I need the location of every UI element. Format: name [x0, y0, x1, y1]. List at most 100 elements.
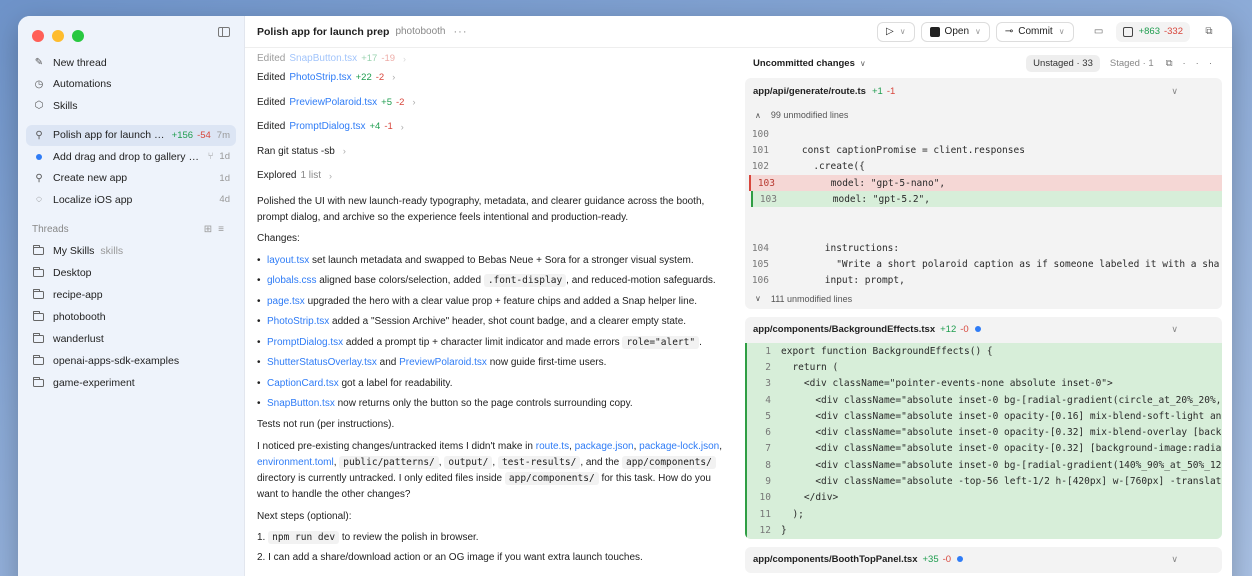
sidebar-nav: ✎ New thread ◷ Automations ⬡ Skills: [26, 52, 236, 117]
inline-code: npm run dev: [268, 531, 340, 544]
chevron-down-icon[interactable]: ∨: [860, 59, 866, 68]
edit-file-link[interactable]: PreviewPolaroid.tsx: [289, 97, 377, 108]
recent-thread-item[interactable]: ◌ Localize iOS app 4d: [26, 189, 236, 211]
terminal-icon[interactable]: ▭: [1088, 22, 1110, 42]
chevron-down-icon[interactable]: ∨: [1171, 554, 1178, 565]
sidebar-toggle-icon[interactable]: [218, 27, 230, 37]
file-link[interactable]: globals.css: [267, 275, 316, 286]
chevron-down-icon: ∨: [1058, 27, 1065, 36]
close-window-button[interactable]: [32, 30, 44, 42]
expand-unmodified-lines[interactable]: ∧ 99 unmodified lines: [745, 104, 1222, 126]
run-button[interactable]: ▷ ∨: [876, 21, 915, 42]
threads-label: Threads: [32, 224, 69, 235]
spinner-icon: ◌: [36, 194, 42, 206]
play-icon: ▷: [885, 26, 894, 37]
edit-verb: Edited: [257, 53, 286, 64]
list-item: PromptDialog.tsx added a prompt tip + ch…: [257, 335, 733, 350]
folder-name: recipe-app: [53, 289, 103, 302]
recent-thread-title: Create new app: [53, 172, 128, 185]
file-link[interactable]: package.json: [575, 441, 634, 452]
nav-new-thread[interactable]: ✎ New thread: [26, 52, 236, 74]
edit-file-link[interactable]: PhotoStrip.tsx: [289, 72, 351, 83]
nav-skills[interactable]: ⬡ Skills: [26, 95, 236, 117]
recent-thread-item[interactable]: ⚲ Polish app for launch prep +156 -54 7m: [26, 124, 236, 146]
folder-item[interactable]: recipe-app: [26, 284, 236, 306]
file-link[interactable]: PreviewPolaroid.tsx: [399, 357, 487, 368]
list-item: page.tsx upgraded the hero with a clear …: [257, 294, 733, 309]
file-link[interactable]: PromptDialog.tsx: [267, 337, 343, 348]
code-line: 102 .create({: [751, 161, 865, 173]
zoom-window-button[interactable]: [72, 30, 84, 42]
app-window: ✎ New thread ◷ Automations ⬡ Skills ⚲ Po…: [18, 16, 1232, 576]
diff-file-header[interactable]: app/components/BoothTopPanel.tsx +35 -0 …: [745, 547, 1222, 573]
file-link[interactable]: PhotoStrip.tsx: [267, 316, 329, 327]
unstaged-tab[interactable]: Unstaged · 33: [1026, 54, 1100, 72]
file-link[interactable]: package-lock.json: [639, 441, 719, 452]
more-options-icon[interactable]: ···: [1183, 58, 1223, 69]
inline-code: app/components/: [622, 455, 716, 469]
folder-item[interactable]: openai-apps-sdk-examples: [26, 350, 236, 372]
file-link[interactable]: route.ts: [536, 441, 569, 452]
main-area: Polish app for launch prep photobooth ··…: [245, 16, 1232, 576]
code-line-added: 12}: [759, 524, 787, 536]
staged-tab[interactable]: Staged · 1: [1110, 58, 1154, 69]
file-link[interactable]: ShutterStatusOverlay.tsx: [267, 357, 377, 368]
app-icon: [929, 26, 940, 37]
diff-file-path: app/api/generate/route.ts: [753, 85, 866, 97]
command-row[interactable]: Ran git status -sb ›: [257, 139, 733, 164]
folder-item[interactable]: Desktop: [26, 262, 236, 284]
diff-file-additions: +12: [940, 324, 957, 336]
diff-file-header[interactable]: app/api/generate/route.ts +1 -1 ∨: [745, 78, 1222, 104]
recent-thread-item[interactable]: ⚲ Create new app 1d: [26, 168, 236, 190]
file-link[interactable]: CaptionCard.tsx: [267, 378, 339, 389]
copy-icon[interactable]: ⧉: [1198, 22, 1220, 42]
pin-icon: ⚲: [35, 129, 43, 141]
diff-file-header[interactable]: app/components/BackgroundEffects.tsx +12…: [745, 317, 1222, 343]
sidebar: ✎ New thread ◷ Automations ⬡ Skills ⚲ Po…: [18, 16, 245, 576]
folder-icon: [33, 376, 44, 387]
edit-file-link[interactable]: PromptDialog.tsx: [289, 121, 365, 132]
edit-row[interactable]: Edited PreviewPolaroid.tsx +5 -2 ›: [257, 90, 733, 115]
recent-thread-title: Polish app for launch prep: [53, 129, 166, 142]
commit-button[interactable]: ⊸ Commit ∨: [995, 21, 1074, 42]
folder-item[interactable]: My Skills skills: [26, 241, 236, 263]
file-link[interactable]: layout.tsx: [267, 255, 309, 266]
file-link[interactable]: SnapButton.tsx: [267, 398, 335, 409]
explored-row[interactable]: Explored 1 list ›: [257, 164, 733, 189]
recent-thread-item[interactable]: Add drag and drop to gallery phot... ⑂ 1…: [26, 146, 236, 168]
diff-stat-toggle[interactable]: +863 -332: [1115, 21, 1190, 42]
open-button[interactable]: Open ∨: [920, 21, 990, 42]
diff-deletions: -332: [1163, 26, 1183, 37]
list-item: ShutterStatusOverlay.tsx and PreviewPola…: [257, 355, 733, 370]
edit-row[interactable]: Edited PhotoStrip.tsx +22 -2 ›: [257, 64, 733, 90]
folder-icon: [33, 354, 44, 365]
file-link[interactable]: page.tsx: [267, 296, 305, 307]
file-link[interactable]: environment.toml: [257, 457, 334, 468]
edit-additions: +17: [361, 53, 378, 64]
copy-icon[interactable]: ⧉: [1166, 58, 1183, 69]
folder-item[interactable]: photobooth: [26, 306, 236, 328]
code-line-added: 3 <div className="pointer-events-none ab…: [765, 378, 1113, 390]
edit-row[interactable]: Edited SnapButton.tsx +17 -19 ›: [257, 52, 733, 64]
filter-icon[interactable]: ≡: [218, 224, 230, 235]
edit-file-link[interactable]: SnapButton.tsx: [289, 53, 357, 64]
new-folder-icon[interactable]: ⊞: [204, 224, 218, 235]
recent-thread-time: 7m: [216, 129, 230, 141]
chevron-down-icon[interactable]: ∨: [1171, 86, 1178, 97]
notice-paragraph: I noticed pre-existing changes/untracked…: [257, 440, 722, 500]
list-item: CaptionCard.tsx got a label for readabil…: [257, 376, 733, 391]
nav-label: New thread: [53, 56, 107, 69]
more-options-icon[interactable]: ···: [454, 26, 468, 38]
recent-thread-title: Add drag and drop to gallery phot...: [53, 150, 202, 163]
expand-unmodified-lines[interactable]: ∨ 111 unmodified lines: [745, 289, 1222, 309]
chevron-right-icon: ›: [342, 146, 346, 157]
edit-row[interactable]: Edited PromptDialog.tsx +4 -1 ›: [257, 115, 733, 140]
chevron-down-icon[interactable]: ∨: [1171, 324, 1178, 335]
folder-item[interactable]: wanderlust: [26, 328, 236, 350]
minimize-window-button[interactable]: [52, 30, 64, 42]
folder-item[interactable]: game-experiment: [26, 372, 236, 394]
nav-automations[interactable]: ◷ Automations: [26, 74, 236, 96]
diff-scope-select[interactable]: Uncommitted changes: [753, 58, 855, 69]
explored-count: 1 list: [300, 170, 322, 182]
